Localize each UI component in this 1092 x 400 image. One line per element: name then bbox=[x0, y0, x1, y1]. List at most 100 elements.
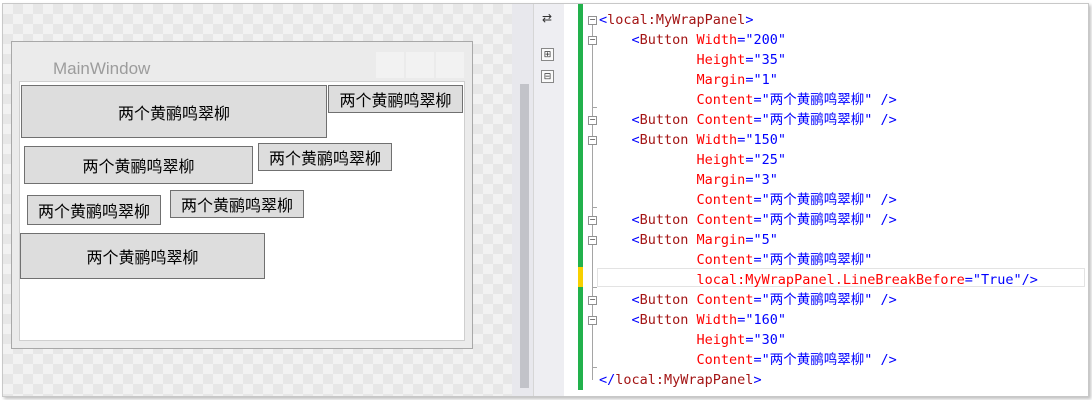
code-token: > bbox=[753, 372, 762, 388]
code-token: Content bbox=[599, 252, 754, 268]
code-token: Width bbox=[688, 32, 738, 48]
code-token: = bbox=[964, 272, 973, 288]
code-line[interactable]: Margin="1" bbox=[599, 70, 778, 90]
code-token: Width bbox=[688, 312, 738, 328]
code-line[interactable]: <local:MyWrapPanel> bbox=[599, 10, 753, 30]
code-line[interactable]: <Button Content="两个黄鹂鸣翠柳" /> bbox=[599, 290, 897, 310]
code-token: < bbox=[599, 112, 640, 128]
preview-button-2[interactable]: 两个黄鹂鸣翠柳 bbox=[328, 85, 463, 113]
code-token: "两个黄鹂鸣翠柳" bbox=[761, 292, 873, 308]
close-button[interactable] bbox=[436, 52, 464, 78]
code-token: local:MyWrapPanel bbox=[615, 372, 754, 388]
code-token: Height bbox=[599, 332, 746, 348]
preview-button-5[interactable]: 两个黄鹂鸣翠柳 bbox=[27, 195, 161, 225]
preview-button-1[interactable]: 两个黄鹂鸣翠柳 bbox=[21, 85, 327, 138]
fold-toggle-icon[interactable]: − bbox=[588, 36, 597, 45]
screenshot-frame: MainWindow 两个黄鹂鸣翠柳 两个黄鹂鸣翠柳 两个黄鹂鸣翠柳 两个黄鹂鸣… bbox=[2, 3, 1089, 397]
code-line[interactable]: Content="两个黄鹂鸣翠柳" /> bbox=[599, 190, 897, 210]
fold-toggle-icon[interactable]: − bbox=[588, 296, 597, 305]
wrap-panel-preview: 两个黄鹂鸣翠柳 两个黄鹂鸣翠柳 两个黄鹂鸣翠柳 两个黄鹂鸣翠柳 两个黄鹂鸣翠柳 … bbox=[19, 81, 465, 341]
code-token: "两个黄鹂鸣翠柳" bbox=[761, 112, 873, 128]
code-token: "150" bbox=[745, 132, 786, 148]
code-line[interactable]: <Button Width="160" bbox=[599, 310, 786, 330]
code-token: "两个黄鹂鸣翠柳" bbox=[761, 92, 873, 108]
minimize-button[interactable] bbox=[376, 52, 404, 78]
code-token: Height bbox=[599, 152, 746, 168]
code-token: Margin bbox=[599, 172, 746, 188]
code-line[interactable]: <Button Width="150" bbox=[599, 130, 786, 150]
fold-toggle-icon[interactable]: − bbox=[588, 316, 597, 325]
code-token: < bbox=[599, 292, 640, 308]
fold-end-tick bbox=[592, 287, 597, 288]
code-token: < bbox=[599, 312, 640, 328]
outline-guide bbox=[592, 18, 593, 380]
code-token: "30" bbox=[753, 332, 786, 348]
fold-toggle-icon[interactable]: − bbox=[588, 16, 597, 25]
code-line[interactable]: local:MyWrapPanel.LineBreakBefore="True"… bbox=[599, 270, 1038, 290]
code-line[interactable]: Height="35" bbox=[599, 50, 786, 70]
code-token: Content bbox=[599, 192, 754, 208]
fold-toggle-icon[interactable]: − bbox=[588, 216, 597, 225]
code-token: "25" bbox=[753, 152, 786, 168]
code-token: Margin bbox=[688, 232, 746, 248]
design-surface[interactable]: MainWindow 两个黄鹂鸣翠柳 两个黄鹂鸣翠柳 两个黄鹂鸣翠柳 两个黄鹂鸣… bbox=[3, 4, 533, 396]
code-token: = bbox=[753, 112, 762, 128]
designer-scrollbar-thumb[interactable] bbox=[520, 84, 529, 388]
code-token: < bbox=[599, 132, 640, 148]
code-line[interactable]: Margin="3" bbox=[599, 170, 778, 190]
code-line[interactable]: Content="两个黄鹂鸣翠柳" /> bbox=[599, 350, 897, 370]
code-token: "160" bbox=[745, 312, 786, 328]
code-token: "1" bbox=[753, 72, 778, 88]
code-token: "5" bbox=[753, 232, 778, 248]
code-token: Button bbox=[639, 232, 689, 248]
code-token: = bbox=[753, 212, 762, 228]
collapse-pane-icon[interactable]: ⊟ bbox=[541, 70, 554, 83]
code-line[interactable]: Height="30" bbox=[599, 330, 786, 350]
maximize-button[interactable] bbox=[406, 52, 434, 78]
fold-toggle-icon[interactable]: − bbox=[588, 136, 597, 145]
code-token: = bbox=[753, 92, 762, 108]
code-token: < bbox=[599, 32, 640, 48]
code-line[interactable]: <Button Width="200" bbox=[599, 30, 786, 50]
expand-pane-icon[interactable]: ⊞ bbox=[541, 48, 554, 61]
code-line[interactable]: Height="25" bbox=[599, 150, 786, 170]
fold-toggle-icon[interactable]: − bbox=[588, 236, 597, 245]
code-token: "两个黄鹂鸣翠柳" bbox=[761, 192, 873, 208]
code-token: /> bbox=[872, 92, 897, 108]
code-token: Height bbox=[599, 52, 746, 68]
code-token: "两个黄鹂鸣翠柳" bbox=[761, 252, 873, 268]
code-token: Button bbox=[639, 292, 689, 308]
swap-panes-icon[interactable]: ⇄ bbox=[539, 10, 555, 26]
code-token: = bbox=[753, 192, 762, 208]
code-token: Content bbox=[688, 292, 754, 308]
code-token: < bbox=[599, 232, 640, 248]
code-line[interactable]: <Button Content="两个黄鹂鸣翠柳" /> bbox=[599, 210, 897, 230]
code-token: local:MyWrapPanel bbox=[607, 12, 746, 28]
preview-button-6[interactable]: 两个黄鹂鸣翠柳 bbox=[170, 190, 304, 218]
code-line[interactable]: <Button Margin="5" bbox=[599, 230, 778, 250]
fold-end-tick bbox=[592, 367, 597, 368]
view-splitter[interactable] bbox=[533, 4, 564, 396]
code-token: < bbox=[599, 212, 640, 228]
preview-button-3[interactable]: 两个黄鹂鸣翠柳 bbox=[24, 146, 253, 184]
code-line[interactable]: Content="两个黄鹂鸣翠柳" /> bbox=[599, 90, 897, 110]
code-token: Margin bbox=[599, 72, 746, 88]
code-token: < bbox=[599, 12, 608, 28]
change-tracking-bar bbox=[578, 4, 583, 390]
preview-button-7[interactable]: 两个黄鹂鸣翠柳 bbox=[20, 233, 265, 279]
code-line[interactable]: <Button Content="两个黄鹂鸣翠柳" /> bbox=[599, 110, 897, 130]
main-window-preview[interactable]: MainWindow 两个黄鹂鸣翠柳 两个黄鹂鸣翠柳 两个黄鹂鸣翠柳 两个黄鹂鸣… bbox=[11, 41, 473, 349]
fold-toggle-icon[interactable]: − bbox=[588, 116, 597, 125]
code-token: /> bbox=[872, 352, 897, 368]
code-token: Content bbox=[599, 352, 754, 368]
fold-end-tick bbox=[592, 207, 597, 208]
code-token: Content bbox=[688, 112, 754, 128]
code-token: = bbox=[753, 292, 762, 308]
code-token: Content bbox=[599, 92, 754, 108]
code-token: = bbox=[753, 352, 762, 368]
code-line[interactable]: Content="两个黄鹂鸣翠柳" bbox=[599, 250, 873, 270]
preview-button-4[interactable]: 两个黄鹂鸣翠柳 bbox=[258, 143, 392, 171]
code-token: /> bbox=[872, 292, 897, 308]
code-line[interactable]: </local:MyWrapPanel> bbox=[599, 370, 762, 390]
code-token: > bbox=[745, 12, 754, 28]
